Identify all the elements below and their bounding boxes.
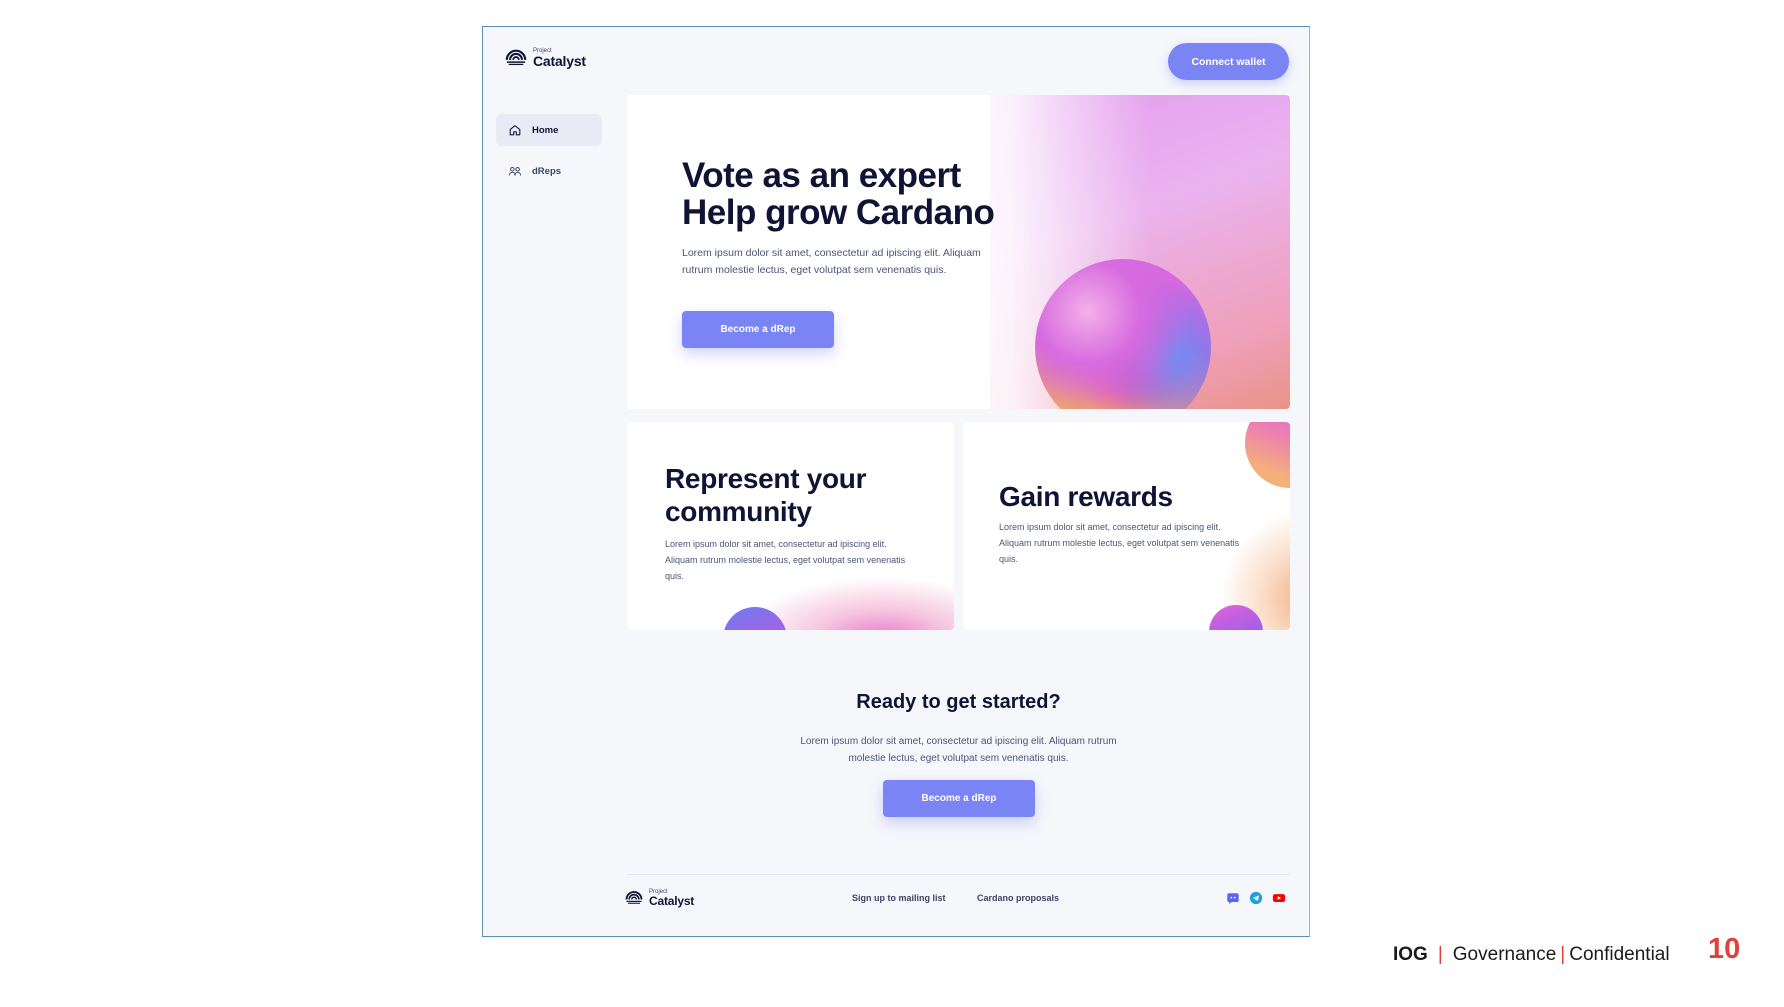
sidebar-item-label: dReps: [532, 165, 562, 177]
card-title: Represent your community: [665, 462, 867, 528]
catalyst-logo-icon: [625, 891, 643, 904]
footer-social-links: [1226, 891, 1286, 905]
feature-card-rewards: Gain rewards Lorem ipsum dolor sit amet,…: [963, 422, 1290, 630]
hero-title: Vote as an expert Help grow Cardano: [682, 156, 995, 232]
connect-wallet-button[interactable]: Connect wallet: [1168, 43, 1289, 80]
card-description: Lorem ipsum dolor sit amet, consectetur …: [999, 522, 1240, 564]
hero-description: Lorem ipsum dolor sit amet, consectetur …: [682, 247, 981, 276]
feature-card-represent: Represent your community Lorem ipsum dol…: [627, 422, 954, 630]
sidebar-item-label: Home: [532, 124, 559, 136]
catalyst-logo[interactable]: Project Catalyst: [505, 47, 586, 69]
slide-page-number: 10: [1708, 933, 1741, 965]
sidebar-item-home[interactable]: Home: [496, 114, 602, 146]
card-title-line2: community: [665, 496, 812, 527]
footer-link-cardano-proposals[interactable]: Cardano proposals: [977, 893, 1059, 903]
telegram-icon[interactable]: [1249, 891, 1263, 905]
logo-title: Catalyst: [649, 894, 695, 908]
slide-footer: IOG | Governance | Confidential: [1393, 944, 1670, 966]
app-screenshot: Project Catalyst Connect wallet Home dRe…: [482, 26, 1310, 937]
hero-title-line1: Vote as an expert: [682, 156, 961, 195]
cta-description: Lorem ipsum dolor sit amet, consectetur …: [800, 736, 1117, 764]
hero-title-line2: Help grow Cardano: [682, 193, 995, 232]
sidebar-item-dreps[interactable]: dReps: [496, 155, 602, 187]
catalyst-logo-icon: [505, 49, 527, 66]
home-icon: [509, 125, 521, 136]
cta-become-drep-button[interactable]: Become a dRep: [883, 780, 1035, 817]
card-corner-orb-graphic: [1245, 422, 1290, 488]
slide-separator: |: [1437, 944, 1443, 965]
card-title-line1: Represent your: [665, 463, 867, 494]
footer-link-mailing-list[interactable]: Sign up to mailing list: [852, 893, 946, 903]
youtube-icon[interactable]: [1272, 891, 1286, 905]
discord-icon[interactable]: [1226, 891, 1240, 905]
hero-become-drep-button[interactable]: Become a dRep: [682, 311, 834, 348]
card-description: Lorem ipsum dolor sit amet, consectetur …: [665, 539, 906, 581]
footer-logo[interactable]: Project Catalyst: [625, 889, 694, 907]
people-icon: [508, 167, 522, 176]
slide-section: Governance: [1452, 944, 1557, 965]
slide-separator: |: [1560, 944, 1566, 965]
slide-brand: IOG: [1393, 944, 1428, 965]
hero-card: Vote as an expert Help grow Cardano Lore…: [627, 95, 1290, 409]
footer-divider: [627, 874, 1290, 875]
logo-title: Catalyst: [533, 53, 586, 69]
card-title: Gain rewards: [999, 481, 1173, 512]
sidebar-nav: Home dReps: [496, 114, 602, 196]
slide-label: Confidential: [1569, 944, 1670, 965]
cta-title: Ready to get started?: [856, 691, 1061, 713]
